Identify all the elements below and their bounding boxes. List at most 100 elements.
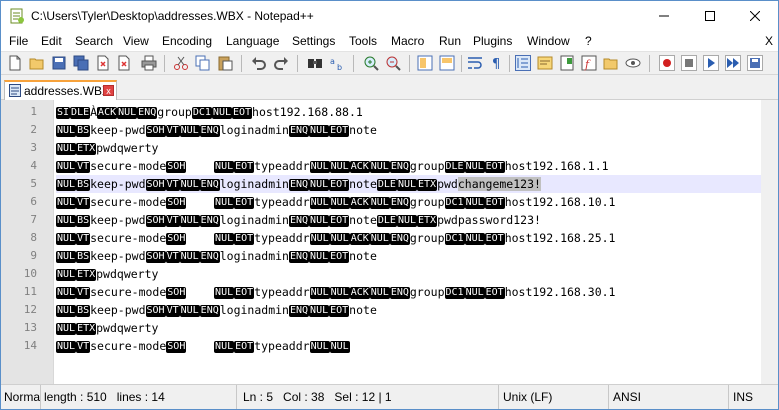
control-char-token: VT <box>76 341 91 353</box>
code-text: group <box>409 231 445 245</box>
control-char-token: NUL <box>396 179 417 191</box>
word-wrap-icon[interactable] <box>467 55 483 71</box>
play-macro-icon[interactable] <box>703 55 719 71</box>
code-line[interactable]: NUL VTsecure-modeSOH NUL EOTtypeaddrNUL NUL… <box>56 193 776 211</box>
save-icon[interactable] <box>51 55 67 71</box>
code-line[interactable]: NUL VTsecure-modeSOH NUL EOTtypeaddrNUL NUL… <box>56 157 776 175</box>
code-text: typeaddr <box>254 195 310 209</box>
control-char-token: SOH <box>145 251 166 263</box>
menu-plugins[interactable]: Plugins <box>473 34 512 48</box>
code-line[interactable]: NUL BSkeep-pwdSOH VT NUL ENQloginadminENQ NUL… <box>56 247 776 265</box>
function-list-icon[interactable]: f <box>581 55 597 71</box>
code-line[interactable]: NUL ETXpwdqwerty <box>56 139 776 157</box>
control-char-token: BS <box>76 179 91 191</box>
save-macro-icon[interactable] <box>747 55 763 71</box>
zoom-out-icon[interactable] <box>385 55 401 71</box>
code-line[interactable]: SI DLEÀACK NUL ENQgroupDC1 NUL EOThost192.168… <box>56 103 776 121</box>
menu-encoding[interactable]: Encoding <box>162 34 212 48</box>
menu-settings[interactable]: Settings <box>292 34 335 48</box>
code-text: host192.168.10.1 <box>504 195 616 209</box>
code-text: loginadmin <box>219 123 289 137</box>
status-length: length : 510 <box>44 390 107 404</box>
cut-icon[interactable] <box>173 55 189 71</box>
code-line[interactable]: NUL BSkeep-pwdSOH VT NUL ENQloginadminENQ NUL… <box>56 121 776 139</box>
code-line[interactable]: NUL BSkeep-pwdSOH VT NUL ENQloginadminENQ NUL… <box>56 301 776 319</box>
close-file-icon[interactable] <box>95 55 111 71</box>
status-eol[interactable]: Unix (LF) <box>499 385 609 409</box>
folder-as-workspace-icon[interactable] <box>603 55 619 71</box>
code-text: secure-mode <box>90 231 167 245</box>
line-number: 10 <box>23 267 37 280</box>
status-ln: Ln : 5 <box>243 390 274 404</box>
indent-guide-icon[interactable] <box>515 55 531 71</box>
menu-tools[interactable]: Tools <box>349 34 377 48</box>
menu-edit[interactable]: Edit <box>41 34 62 48</box>
paste-icon[interactable] <box>217 55 233 71</box>
code-text: group <box>409 195 445 209</box>
menu-search[interactable]: Search <box>75 34 113 48</box>
control-char-token: NUL <box>396 215 417 227</box>
code-text: loginadmin <box>219 249 289 263</box>
control-char-token: NUL <box>309 341 330 353</box>
code-line[interactable]: NUL BSkeep-pwdSOH VT NUL ENQloginadminENQ NUL… <box>56 211 776 229</box>
tab-addresses-wbx[interactable]: addresses.WBX x <box>4 80 117 100</box>
copy-icon[interactable] <box>195 55 211 71</box>
replace-icon[interactable]: ab <box>329 55 345 71</box>
menu-window[interactable]: Window <box>527 34 570 48</box>
show-all-characters-icon[interactable]: ¶ <box>489 55 505 71</box>
menu-macro[interactable]: Macro <box>391 34 424 48</box>
menu-file[interactable]: File <box>9 34 28 48</box>
control-char-token: NUL <box>56 197 77 209</box>
code-text: note <box>349 249 377 263</box>
toolbar: ab ¶ f <box>1 51 778 75</box>
control-char-token: NUL <box>56 233 77 245</box>
play-macro-multiple-icon[interactable] <box>725 55 741 71</box>
save-all-icon[interactable] <box>73 55 89 71</box>
zoom-in-icon[interactable] <box>363 55 379 71</box>
code-line[interactable]: NUL ETXpwdqwerty <box>56 265 776 283</box>
code-line[interactable]: NUL BSkeep-pwdSOH VT NUL ENQloginadminENQ NUL… <box>56 175 776 193</box>
code-line[interactable]: NUL VTsecure-modeSOH NUL EOTtypeaddrNUL NUL… <box>56 229 776 247</box>
control-char-token: EOT <box>329 305 350 317</box>
code-text: typeaddr <box>254 339 310 353</box>
menu-language[interactable]: Language <box>226 34 279 48</box>
code-text: pwdpassword123! <box>437 213 541 227</box>
sync-vertical-icon[interactable] <box>417 55 433 71</box>
print-icon[interactable] <box>141 55 157 71</box>
monitoring-icon[interactable] <box>625 55 641 71</box>
find-icon[interactable] <box>307 55 323 71</box>
user-defined-language-icon[interactable] <box>537 55 553 71</box>
redo-icon[interactable] <box>273 55 289 71</box>
maximize-button[interactable] <box>687 1 733 31</box>
sync-horizontal-icon[interactable] <box>439 55 455 71</box>
code-line[interactable]: NUL VTsecure-modeSOH NUL EOTtypeaddrNUL NUL <box>56 337 776 355</box>
status-insert-mode[interactable]: INS <box>729 385 778 409</box>
close-window-button[interactable] <box>732 1 778 31</box>
new-file-icon[interactable] <box>7 55 23 71</box>
close-document-button[interactable]: X <box>765 34 773 48</box>
stop-record-icon[interactable] <box>681 55 697 71</box>
code-line[interactable]: NUL VTsecure-modeSOH NUL EOTtypeaddrNUL NUL… <box>56 283 776 301</box>
control-char-token: ENQ <box>389 287 410 299</box>
toolbar-separator <box>509 55 510 72</box>
undo-icon[interactable] <box>251 55 267 71</box>
status-encoding[interactable]: ANSI <box>609 385 729 409</box>
menu-run[interactable]: Run <box>439 34 461 48</box>
file-icon <box>9 84 21 97</box>
editor-area[interactable]: 1 2 3 4 5 6 7 8 9 10 11 12 13 14 SI DLEÀACK NUL ENQgroup… <box>1 100 778 384</box>
control-char-token: NUL <box>214 197 235 209</box>
vertical-scrollbar[interactable] <box>761 100 778 384</box>
menu-help[interactable]: ? <box>585 34 592 48</box>
document-map-icon[interactable] <box>559 55 575 71</box>
minimize-button[interactable] <box>641 1 687 31</box>
control-char-token: NUL <box>369 197 390 209</box>
tab-close-button[interactable]: x <box>103 85 114 96</box>
open-file-icon[interactable] <box>29 55 45 71</box>
menu-view[interactable]: View <box>123 34 149 48</box>
control-char-token: NUL <box>309 287 330 299</box>
control-char-token: NUL <box>179 179 200 191</box>
code-line[interactable]: NUL ETXpwdqwerty <box>56 319 776 337</box>
close-all-icon[interactable] <box>117 55 133 71</box>
record-macro-icon[interactable] <box>659 55 675 71</box>
